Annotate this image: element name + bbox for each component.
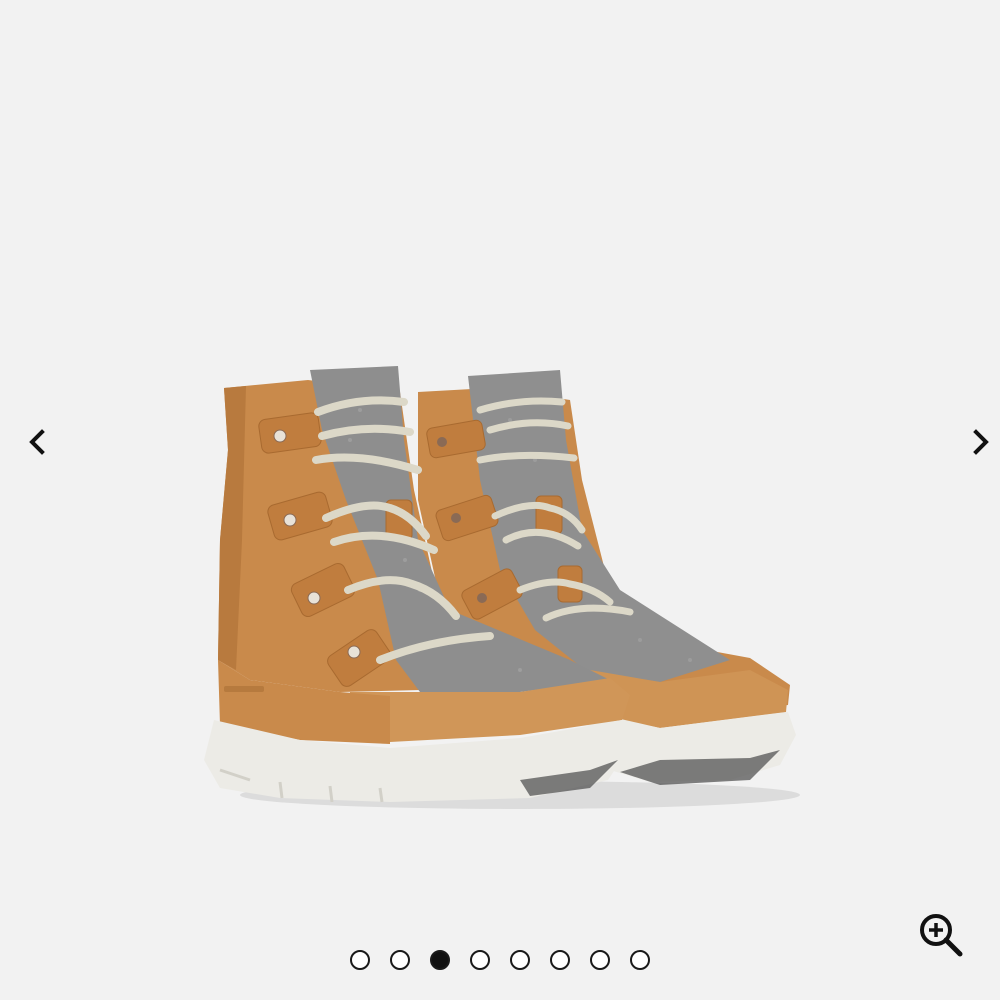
slide-indicator [0, 944, 1000, 976]
slide-dot-3-active[interactable] [430, 950, 450, 970]
product-image [204, 366, 800, 809]
product-image-gallery [0, 0, 1000, 1000]
chevron-left-icon [29, 429, 45, 455]
previous-image-button[interactable] [16, 420, 60, 464]
slide-dot-2[interactable] [390, 950, 410, 970]
slide-dot-1[interactable] [350, 950, 370, 970]
slide-dot-8[interactable] [630, 950, 650, 970]
chevron-right-icon [973, 429, 989, 455]
slide-dot-6[interactable] [550, 950, 570, 970]
slide-dot-7[interactable] [590, 950, 610, 970]
next-image-button[interactable] [958, 420, 1000, 464]
slide-dot-5[interactable] [510, 950, 530, 970]
slide-dot-4[interactable] [470, 950, 490, 970]
